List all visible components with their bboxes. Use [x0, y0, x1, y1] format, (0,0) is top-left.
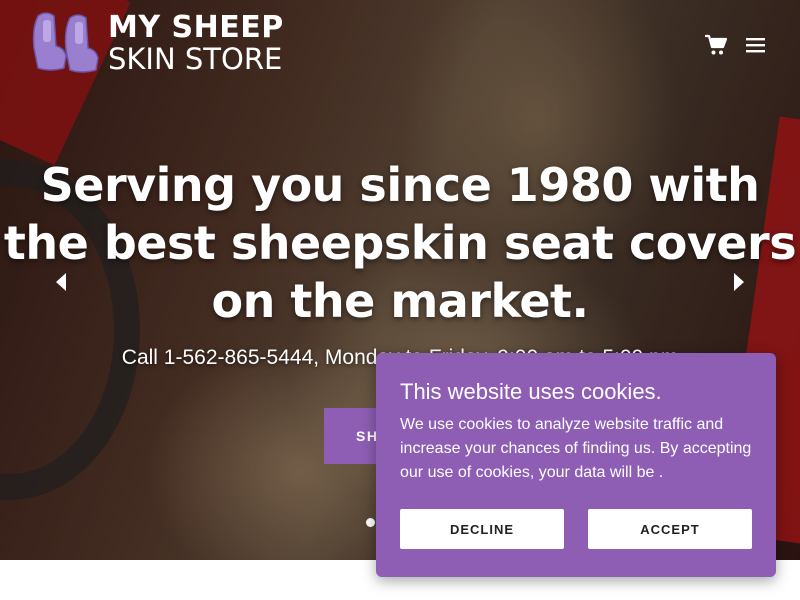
site-logo[interactable]: MY SHEEP SKIN STORE	[32, 8, 284, 78]
hero-headline: Serving you since 1980 with the best she…	[3, 158, 797, 328]
cookie-banner-text: We use cookies to analyze website traffi…	[400, 416, 752, 481]
car-seats-icon	[32, 8, 104, 78]
brand-name: MY SHEEP SKIN STORE	[108, 11, 284, 76]
cart-icon[interactable]	[704, 34, 728, 56]
carousel-prev-arrow-icon[interactable]	[54, 272, 68, 292]
decline-cookies-button[interactable]: DECLINE	[400, 509, 564, 549]
brand-line-1: MY SHEEP	[108, 9, 284, 45]
carousel-dot-1[interactable]	[366, 518, 375, 527]
hamburger-menu-icon[interactable]	[745, 36, 767, 54]
brand-line-2: SKIN STORE	[108, 41, 283, 76]
carousel-next-arrow-icon[interactable]	[732, 272, 746, 292]
cookie-banner-title: This website uses cookies.	[400, 379, 662, 404]
accept-cookies-button[interactable]: ACCEPT	[588, 509, 752, 549]
cookie-consent-banner: This website uses cookies. We use cookie…	[376, 353, 776, 577]
